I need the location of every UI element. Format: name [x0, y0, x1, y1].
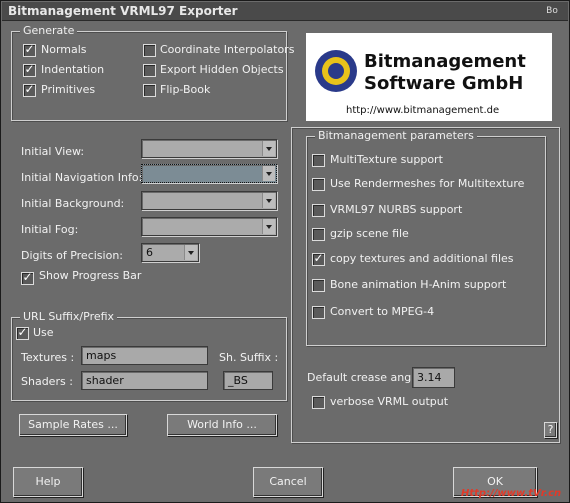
param-2-label: VRML97 NURBS support [330, 203, 463, 216]
initial-view-label: Initial View: [21, 145, 85, 158]
param-0-label: MultiTexture support [330, 153, 443, 166]
watermark: Http://www.tVr.cn [461, 488, 562, 499]
param-2-checkbox[interactable] [312, 204, 325, 217]
generate-right-0-checkbox[interactable] [143, 44, 156, 57]
dropdown-arrow-icon[interactable] [262, 193, 275, 208]
check-icon: ✓ [24, 42, 35, 56]
param-1-checkbox[interactable] [312, 178, 325, 191]
param-4-label: copy textures and additional files [330, 252, 514, 265]
generate-left-1-label: Indentation [41, 63, 105, 76]
initial-bg-label: Initial Background: [21, 197, 125, 210]
progress-label: Show Progress Bar [39, 269, 142, 282]
textures-label: Textures : [21, 351, 75, 364]
logo-line1: Bitmanagement [364, 51, 526, 72]
check-icon: ✓ [22, 270, 33, 284]
sh-suffix-input[interactable]: _BS [223, 371, 273, 390]
param-1-label: Use Rendermeshes for Multitexture [330, 177, 525, 190]
crease-label: Default crease angle [307, 371, 422, 384]
dropdown-arrow-icon[interactable] [262, 141, 275, 156]
generate-right-1-checkbox[interactable] [143, 64, 156, 77]
check-icon: ✓ [17, 325, 28, 339]
check-icon: ✓ [313, 251, 324, 265]
generate-left-1-checkbox[interactable]: ✓ [23, 62, 36, 77]
use-checkbox[interactable]: ✓ [16, 325, 29, 340]
verbose-checkbox[interactable] [312, 396, 325, 409]
check-icon: ✓ [24, 82, 35, 96]
crease-input[interactable]: 3.14 [412, 367, 455, 388]
verbose-label: verbose VRML output [330, 395, 449, 408]
digits-dropdown[interactable]: 6 [141, 243, 199, 262]
dropdown-arrow-icon[interactable] [184, 245, 197, 260]
window-title: Bitmanagement VRML97 Exporter [8, 4, 238, 18]
param-6-label: Convert to MPEG-4 [330, 305, 435, 318]
dropdown-arrow-icon[interactable] [262, 166, 275, 181]
exporter-dialog: Bitmanagement VRML97 Exporter Bo Generat… [0, 0, 570, 503]
world-info-button[interactable]: World Info ... [167, 414, 277, 436]
digits-value: 6 [146, 246, 153, 259]
param-4-checkbox[interactable]: ✓ [312, 251, 325, 266]
logo-line2: Software GmbH [364, 73, 524, 94]
logo-url: http://www.bitmanagement.de [346, 105, 500, 116]
params-group-label: Bitmanagement parameters [315, 129, 477, 143]
url-group-label: URL Suffix/Prefix [20, 310, 118, 324]
generate-right-1-label: Export Hidden Objects [160, 63, 284, 76]
title-corner-button[interactable]: Bo [540, 5, 564, 18]
generate-left-2-checkbox[interactable]: ✓ [23, 82, 36, 97]
progress-checkbox[interactable]: ✓ [21, 270, 34, 285]
sh-suffix-label: Sh. Suffix : [219, 351, 279, 364]
textures-input[interactable]: maps [81, 346, 208, 365]
param-3-checkbox[interactable] [312, 228, 325, 241]
param-5-label: Bone animation H-Anim support [330, 278, 507, 291]
sample-rates-button[interactable]: Sample Rates ... [19, 414, 127, 436]
help-button[interactable]: Help [13, 467, 83, 497]
company-logo: Bitmanagement Software GmbH http://www.b… [306, 33, 552, 121]
title-bar: Bitmanagement VRML97 Exporter Bo [2, 2, 568, 21]
initial-fog-label: Initial Fog: [21, 223, 79, 236]
help-question-button[interactable]: ? [544, 422, 557, 438]
generate-left-0-checkbox[interactable]: ✓ [23, 42, 36, 57]
generate-right-2-checkbox[interactable] [143, 84, 156, 97]
use-label: Use [33, 326, 54, 339]
initial-nav-dropdown[interactable] [141, 164, 277, 183]
cancel-button[interactable]: Cancel [253, 467, 323, 497]
initial-view-dropdown[interactable] [141, 139, 277, 158]
param-6-checkbox[interactable] [312, 306, 325, 319]
shaders-input[interactable]: shader [81, 371, 208, 390]
generate-group-label: Generate [20, 24, 78, 38]
generate-left-2-label: Primitives [41, 83, 96, 96]
generate-left-0-label: Normals [41, 43, 87, 56]
digits-label: Digits of Precision: [21, 249, 123, 262]
shaders-label: Shaders : [21, 375, 73, 388]
initial-bg-dropdown[interactable] [141, 191, 277, 210]
param-3-label: gzip scene file [330, 227, 409, 240]
generate-right-2-label: Flip-Book [160, 83, 211, 96]
param-5-checkbox[interactable] [312, 279, 325, 292]
dropdown-arrow-icon[interactable] [262, 219, 275, 234]
initial-nav-label: Initial Navigation Info: [21, 171, 143, 184]
check-icon: ✓ [24, 62, 35, 76]
generate-right-0-label: Coordinate Interpolators [160, 43, 295, 56]
param-0-checkbox[interactable] [312, 154, 325, 167]
initial-fog-dropdown[interactable] [141, 217, 277, 236]
